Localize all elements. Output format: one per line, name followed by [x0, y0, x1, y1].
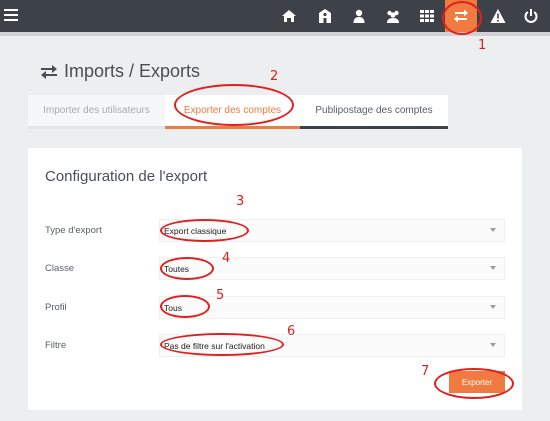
home-icon[interactable]	[273, 0, 305, 32]
annotation-number-6: 6	[287, 324, 296, 339]
power-icon[interactable]	[515, 0, 547, 32]
panel-title: Configuration de l'export	[45, 168, 208, 185]
profile-select[interactable]: Tous	[159, 296, 505, 319]
grid-icon[interactable]	[411, 0, 443, 32]
annotation-number-1: 1	[478, 38, 487, 53]
tab-import-users[interactable]: Importer des utilisateurs	[28, 95, 165, 129]
annotation-number-5: 5	[216, 288, 225, 303]
user-icon[interactable]	[343, 0, 375, 32]
chevron-down-icon	[490, 305, 496, 309]
tab-mail-merge[interactable]: Publipostage des comptes	[300, 95, 448, 129]
export-type-select[interactable]: Export classique	[159, 219, 505, 242]
export-config-panel: Configuration de l'export Type d'export …	[28, 148, 522, 410]
annotation-number-2: 2	[270, 69, 279, 84]
chevron-down-icon	[490, 266, 496, 270]
export-type-value: Export classique	[164, 225, 227, 236]
transfer-icon[interactable]	[445, 0, 477, 32]
filter-label: Filtre	[45, 340, 67, 351]
warning-icon[interactable]	[482, 0, 514, 32]
class-label: Classe	[45, 263, 75, 274]
export-type-label: Type d'export	[45, 225, 102, 236]
profile-value: Tous	[164, 302, 182, 313]
tab-export-accounts[interactable]: Exporter des comptes	[165, 95, 300, 129]
chevron-down-icon	[490, 228, 496, 232]
export-button[interactable]: Exporter	[449, 371, 505, 393]
filter-select[interactable]: Pas de filtre sur l'activation	[159, 334, 505, 357]
users-icon[interactable]	[377, 0, 409, 32]
transfer-icon	[41, 64, 57, 79]
class-value: Toutes	[164, 263, 190, 274]
chevron-down-icon	[490, 343, 496, 347]
profile-label: Profil	[45, 302, 67, 313]
annotation-number-7: 7	[421, 364, 430, 379]
school-icon[interactable]	[309, 0, 341, 32]
navbar-shadow	[0, 32, 550, 36]
menu-icon[interactable]	[4, 9, 18, 21]
annotation-number-4: 4	[222, 251, 231, 266]
filter-value: Pas de filtre sur l'activation	[164, 340, 265, 351]
class-select[interactable]: Toutes	[159, 257, 505, 280]
annotation-number-3: 3	[236, 194, 245, 209]
tab-bar: Importer des utilisateurs Exporter des c…	[28, 95, 448, 129]
page-title-text: Imports / Exports	[64, 61, 201, 81]
page-title: Imports / Exports	[40, 61, 200, 82]
top-navbar	[0, 0, 550, 32]
